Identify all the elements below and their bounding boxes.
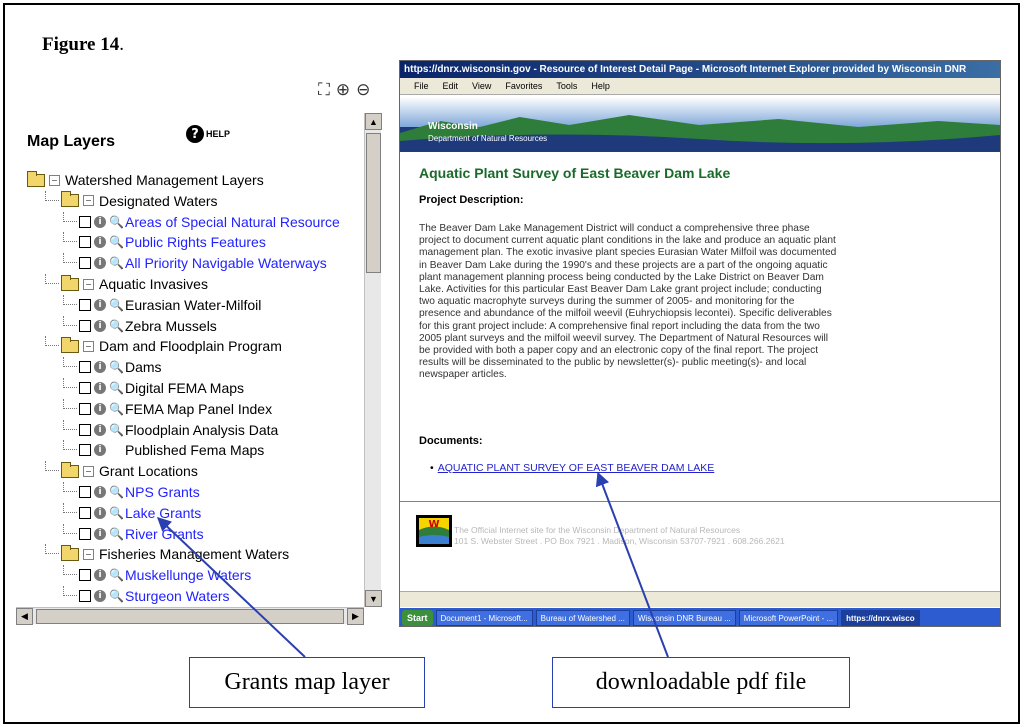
- pdf-arrow: [595, 471, 669, 658]
- grants-callout: Grants map layer: [189, 657, 425, 708]
- pdf-callout: downloadable pdf file: [552, 657, 850, 708]
- grants-arrow: [156, 517, 306, 658]
- callout-arrows: [156, 471, 669, 658]
